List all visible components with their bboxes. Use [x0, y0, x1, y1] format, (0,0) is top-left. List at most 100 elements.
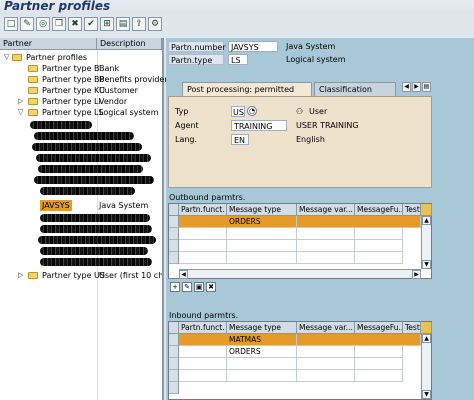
grid-cell[interactable]: [227, 252, 297, 264]
table-row[interactable]: [179, 334, 421, 346]
col-header[interactable]: Message type: [227, 204, 297, 216]
tree-item-li[interactable]: ▷ Partner type LI Vendor: [0, 96, 162, 107]
typ-field[interactable]: US: [231, 106, 245, 117]
edit-icon[interactable]: ✎: [20, 17, 34, 31]
tab-classification[interactable]: Classification: [314, 82, 396, 96]
message-type-cell[interactable]: ORDERS: [227, 346, 297, 358]
grid-cell[interactable]: [355, 358, 403, 370]
grid-cell[interactable]: [355, 252, 403, 264]
tree-item-ku[interactable]: Partner type KU Customer: [0, 85, 162, 96]
scroll-up-icon[interactable]: ▲: [422, 216, 431, 225]
message-type-cell[interactable]: ORDERS: [227, 216, 297, 228]
expand-down-icon[interactable]: ▽: [18, 107, 23, 118]
scroll-down-icon[interactable]: ▼: [422, 260, 431, 269]
scroll-up-icon[interactable]: ▲: [422, 334, 431, 343]
grid-cell[interactable]: [297, 240, 355, 252]
row-selector[interactable]: [169, 334, 179, 346]
print-icon[interactable]: ▤: [116, 17, 130, 31]
table-row[interactable]: [179, 216, 421, 228]
grid-cell[interactable]: [297, 228, 355, 240]
tree-item-ls[interactable]: ▽ Partner type LS Logical system: [0, 107, 162, 118]
grid-cell[interactable]: [227, 228, 297, 240]
col-header[interactable]: Partn.funct.: [179, 322, 227, 334]
row-selector[interactable]: [169, 216, 179, 228]
display-icon[interactable]: ◎: [36, 17, 50, 31]
row-selector[interactable]: [169, 382, 179, 394]
scroll-left-icon[interactable]: ◀: [179, 270, 188, 279]
col-header[interactable]: Test: [403, 322, 421, 334]
grid-cell[interactable]: [297, 358, 355, 370]
tab-next-icon[interactable]: ▶: [412, 82, 421, 92]
tab-post-processing[interactable]: Post processing: permitted agent: [182, 82, 312, 107]
expand-right-icon[interactable]: ▷: [18, 96, 23, 107]
vertical-scrollbar[interactable]: ▲ ▼: [421, 216, 431, 269]
grid-cell[interactable]: [179, 240, 227, 252]
grid-cell[interactable]: [355, 228, 403, 240]
settings-icon[interactable]: ⚙: [148, 17, 162, 31]
tree-item-us[interactable]: ▷ Partner type US User (first 10 chars: [0, 270, 162, 281]
row-selector[interactable]: [169, 370, 179, 382]
row-selector[interactable]: [169, 228, 179, 240]
grid-cell[interactable]: [227, 358, 297, 370]
search-help-icon[interactable]: ◔: [247, 106, 257, 116]
redacted-entry: [0, 185, 162, 196]
delete-icon[interactable]: ✖: [68, 17, 82, 31]
col-header[interactable]: Message var...: [297, 204, 355, 216]
col-header[interactable]: MessageFu...: [355, 322, 403, 334]
vertical-scrollbar[interactable]: ▲ ▼: [421, 334, 431, 399]
message-type-cell[interactable]: MATMAS: [227, 334, 297, 346]
grid-cell[interactable]: [227, 370, 297, 382]
hierarchy-icon[interactable]: ⊞: [100, 17, 114, 31]
select-all-cell[interactable]: [169, 204, 179, 216]
check-icon[interactable]: ✔: [84, 17, 98, 31]
delete-entry-icon[interactable]: ✖: [206, 282, 216, 292]
row-selector[interactable]: [169, 358, 179, 370]
grid-cell[interactable]: [355, 346, 403, 358]
grid-cell[interactable]: [227, 240, 297, 252]
tree-item-b[interactable]: Partner type B Bank: [0, 63, 162, 74]
col-partner[interactable]: Partner: [0, 38, 97, 50]
scroll-right-icon[interactable]: ▶: [412, 270, 421, 279]
col-header[interactable]: Message var...: [297, 322, 355, 334]
col-header[interactable]: Partn.funct.: [179, 204, 227, 216]
partn-number-field[interactable]: JAVSYS: [228, 41, 278, 52]
row-selector[interactable]: [169, 252, 179, 264]
row-selector[interactable]: [169, 346, 179, 358]
grid-cell[interactable]: [179, 370, 227, 382]
column-settings-icon[interactable]: [421, 204, 432, 216]
grid-cell[interactable]: [179, 346, 227, 358]
partn-type-field[interactable]: LS: [228, 54, 248, 65]
select-all-cell[interactable]: [169, 322, 179, 334]
column-settings-icon[interactable]: [421, 322, 432, 334]
export-icon[interactable]: ⇪: [132, 17, 146, 31]
col-header[interactable]: Test: [403, 204, 421, 216]
grid-cell[interactable]: [355, 240, 403, 252]
horizontal-scrollbar[interactable]: ◀ ▶: [179, 269, 421, 279]
grid-cell[interactable]: [297, 346, 355, 358]
agent-field[interactable]: TRAINING: [231, 120, 287, 131]
grid-cell[interactable]: [297, 252, 355, 264]
new-icon[interactable]: □: [4, 17, 18, 31]
col-description[interactable]: Description: [97, 38, 162, 50]
tree-root[interactable]: ▽ Partner profiles: [0, 52, 162, 63]
tree-item-javsys[interactable]: JAVSYS Java System: [0, 200, 162, 211]
lang-field[interactable]: EN: [231, 134, 249, 145]
copy-icon[interactable]: ❐: [52, 17, 66, 31]
tab-list-icon[interactable]: ▤: [422, 82, 431, 92]
tab-prev-icon[interactable]: ◀: [402, 82, 411, 92]
col-header[interactable]: MessageFu...: [355, 204, 403, 216]
row-selector[interactable]: [169, 240, 179, 252]
col-header[interactable]: Message type: [227, 322, 297, 334]
grid-cell[interactable]: [179, 228, 227, 240]
grid-cell[interactable]: [179, 358, 227, 370]
tree-item-bp[interactable]: Partner type BP Benefits provider: [0, 74, 168, 85]
expand-down-icon[interactable]: ▽: [4, 52, 9, 63]
create-entry-icon[interactable]: +: [170, 282, 180, 292]
change-entry-icon[interactable]: ✎: [182, 282, 192, 292]
scroll-down-icon[interactable]: ▼: [422, 390, 431, 399]
expand-right-icon[interactable]: ▷: [18, 270, 23, 281]
grid-cell[interactable]: [355, 370, 403, 382]
display-entry-icon[interactable]: ▣: [194, 282, 204, 292]
grid-cell[interactable]: [179, 252, 227, 264]
grid-cell[interactable]: [297, 370, 355, 382]
